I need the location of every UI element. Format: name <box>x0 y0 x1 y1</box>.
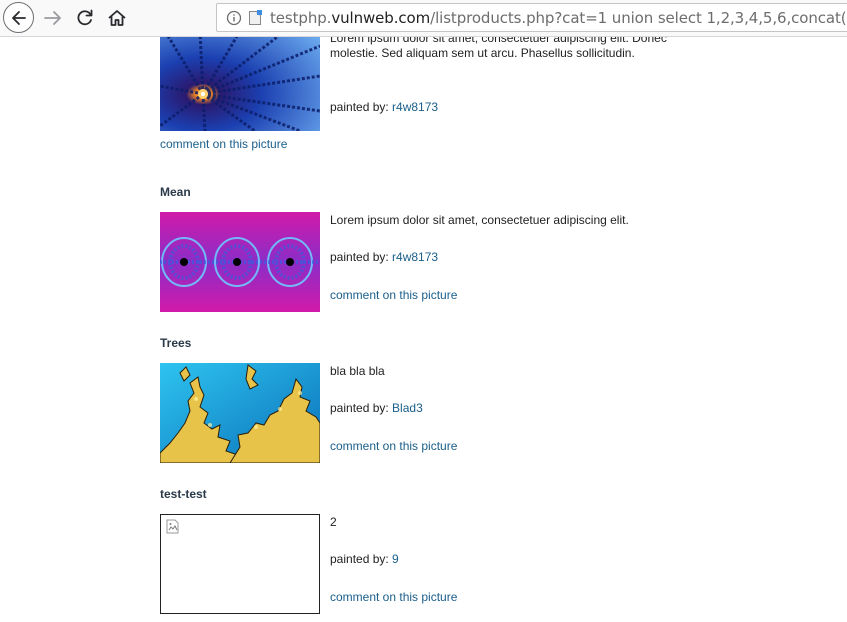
product-thumbnail[interactable] <box>160 212 320 312</box>
url-text[interactable]: testphp.vulnweb.com/listproducts.php?cat… <box>270 9 847 27</box>
url-domain: vulnweb.com <box>331 9 431 27</box>
url-path: /listproducts.php?cat=1 union select 1,2… <box>430 9 847 27</box>
back-arrow-icon <box>12 11 26 25</box>
artist-link[interactable]: 9 <box>392 552 399 566</box>
painted-by: painted by: r4w8173 <box>330 100 438 114</box>
comment-link[interactable]: comment on this picture <box>160 137 287 151</box>
forward-arrow-icon <box>44 11 61 25</box>
product-title[interactable]: Trees <box>160 336 191 350</box>
url-host-prefix: testphp. <box>270 9 332 27</box>
painted-by: painted by: 9 <box>330 552 399 566</box>
painted-by: painted by: r4w8173 <box>330 250 438 264</box>
painted-by-label: painted by: <box>330 401 393 415</box>
artist-link[interactable]: r4w8173 <box>392 250 438 264</box>
comment-link[interactable]: comment on this picture <box>330 439 457 453</box>
painted-by-label: painted by: <box>330 100 393 114</box>
broken-image-icon <box>166 519 179 534</box>
artist-link[interactable]: Blad3 <box>392 401 423 415</box>
url-bar[interactable]: testphp.vulnweb.com/listproducts.php?cat… <box>216 3 847 32</box>
product-thumbnail[interactable] <box>160 37 320 131</box>
page-icon <box>249 10 262 25</box>
info-icon[interactable] <box>226 10 242 26</box>
product-description: Lorem ipsum dolor sit amet, consectetuer… <box>330 37 667 60</box>
painted-by-label: painted by: <box>330 250 393 264</box>
back-button[interactable] <box>3 2 34 33</box>
painted-by-label: painted by: <box>330 552 393 566</box>
product-description: Lorem ipsum dolor sit amet, consectetuer… <box>330 213 629 227</box>
broken-image-thumbnail[interactable] <box>160 514 320 614</box>
forward-button[interactable] <box>38 3 68 33</box>
painted-by: painted by: Blad3 <box>330 401 423 415</box>
product-description: bla bla bla <box>330 364 385 378</box>
reload-button[interactable] <box>70 3 100 33</box>
artist-link[interactable]: r4w8173 <box>392 100 438 114</box>
home-icon <box>108 10 126 26</box>
reload-icon <box>77 9 93 26</box>
product-title[interactable]: Mean <box>160 185 191 199</box>
browser-toolbar: testphp.vulnweb.com/listproducts.php?cat… <box>0 0 847 37</box>
product-thumbnail[interactable] <box>160 363 320 463</box>
product-title[interactable]: test-test <box>160 487 207 501</box>
page-content: Lorem ipsum dolor sit amet, consectetuer… <box>0 37 847 622</box>
comment-link[interactable]: comment on this picture <box>330 288 457 302</box>
comment-link[interactable]: comment on this picture <box>330 590 457 604</box>
product-description: 2 <box>330 515 337 529</box>
home-button[interactable] <box>102 3 132 33</box>
